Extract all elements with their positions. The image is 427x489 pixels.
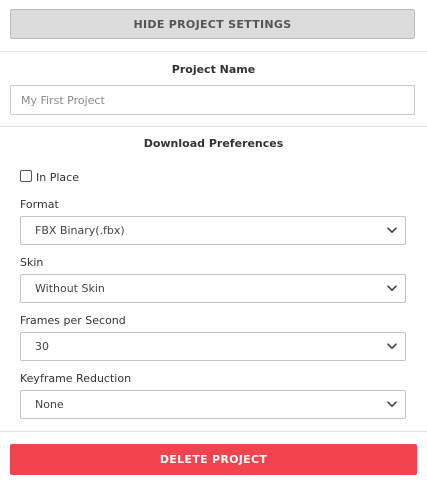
download-preferences-heading: Download Preferences [143,137,284,150]
divider [0,126,427,127]
chevron-down-icon [387,342,397,352]
keyframe-reduction-label: Keyframe Reduction [20,372,132,385]
hide-project-settings-button[interactable]: HIDE PROJECT SETTINGS [10,9,415,39]
keyframe-reduction-select[interactable]: None [20,390,406,419]
format-select[interactable]: FBX Binary(.fbx) [20,216,406,245]
in-place-checkbox[interactable] [20,170,32,182]
skin-selected-value: Without Skin [35,282,105,295]
keyframe-reduction-selected-value: None [35,398,64,411]
in-place-label: In Place [36,170,79,184]
skin-label: Skin [20,256,44,269]
delete-project-button[interactable]: DELETE PROJECT [10,444,417,475]
format-label: Format [20,198,59,211]
project-name-heading: Project Name [171,63,256,76]
divider [0,51,427,52]
project-name-input[interactable] [10,85,415,115]
chevron-down-icon [387,226,397,236]
chevron-down-icon [387,284,397,294]
fps-select[interactable]: 30 [20,332,406,361]
skin-select[interactable]: Without Skin [20,274,406,303]
chevron-down-icon [387,400,397,410]
format-selected-value: FBX Binary(.fbx) [35,224,125,237]
fps-selected-value: 30 [35,340,49,353]
in-place-option[interactable]: In Place [20,168,79,184]
fps-label: Frames per Second [20,314,126,327]
divider [0,431,427,432]
